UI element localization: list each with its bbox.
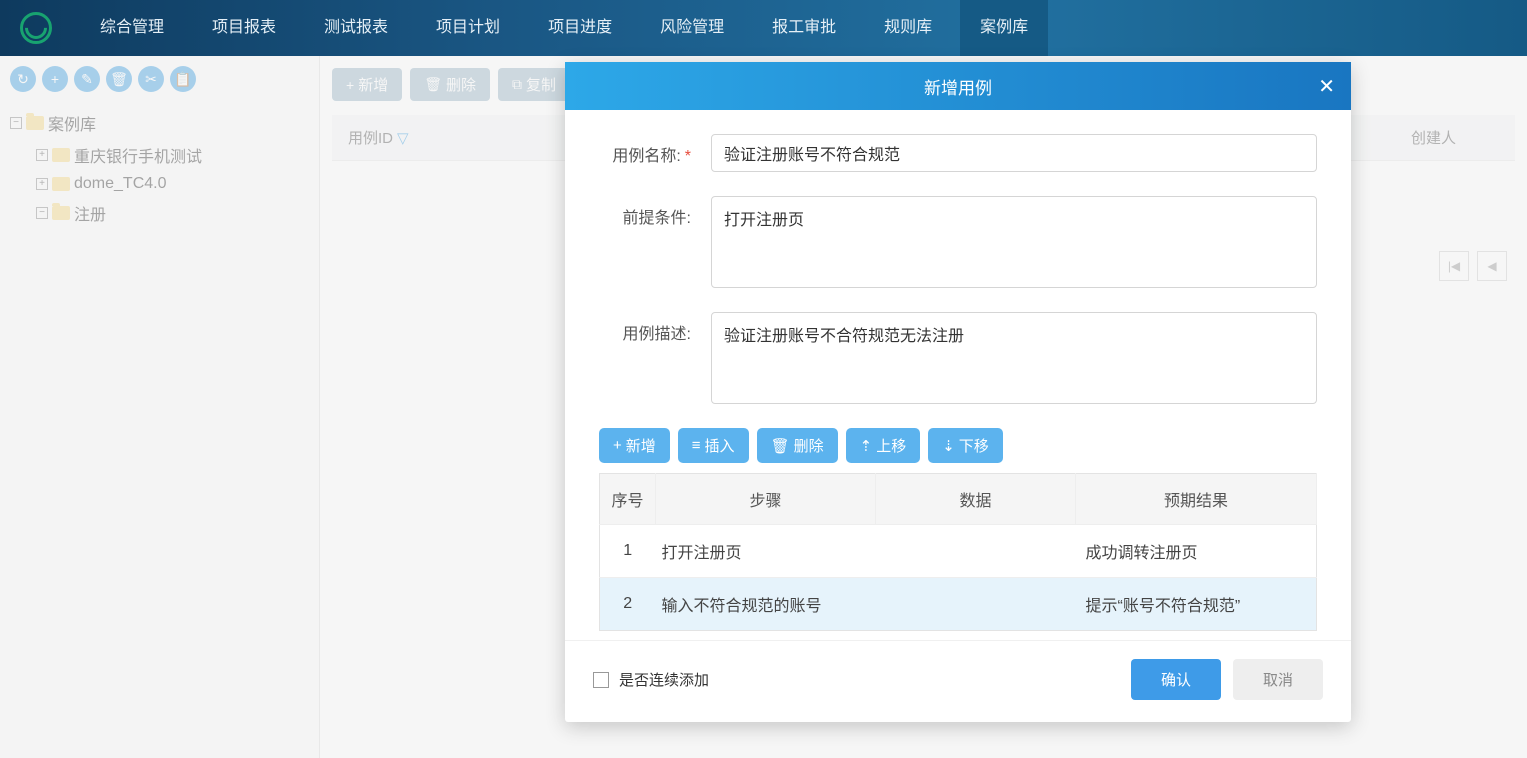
- input-precondition[interactable]: 打开注册页: [711, 196, 1317, 288]
- insert-icon: ≡: [692, 437, 701, 454]
- steps-col-seq: 序号: [600, 474, 656, 525]
- step-add-button[interactable]: +新增: [599, 428, 670, 463]
- step-seq: 1: [600, 525, 656, 578]
- step-row-0[interactable]: 1 打开注册页 成功调转注册页: [600, 525, 1317, 578]
- step-moveup-button[interactable]: ⇡上移: [846, 428, 921, 463]
- step-expected: 提示“账号不符合规范”: [1076, 578, 1317, 631]
- nav-item-3[interactable]: 项目计划: [436, 0, 500, 56]
- label-name: 用例名称:*: [599, 134, 691, 166]
- input-name[interactable]: [711, 134, 1317, 172]
- nav-item-7[interactable]: 规则库: [884, 0, 932, 56]
- continuous-label: 是否连续添加: [619, 669, 709, 690]
- nav-item-8[interactable]: 案例库: [960, 0, 1048, 56]
- step-text: 输入不符合规范的账号: [656, 578, 876, 631]
- trash-icon: 🗑: [771, 437, 790, 455]
- nav-item-2[interactable]: 测试报表: [324, 0, 388, 56]
- modal-new-usecase: 新增用例 ✕ 用例名称:* 前提条件: 打开注册页 用例描述: 验证注册账号不合…: [565, 62, 1351, 722]
- confirm-button[interactable]: 确认: [1131, 659, 1221, 700]
- step-movedown-button[interactable]: ⇣下移: [928, 428, 1003, 463]
- modal-body: 用例名称:* 前提条件: 打开注册页 用例描述: 验证注册账号不合符规范无法注册…: [565, 110, 1351, 640]
- logo-icon: [20, 12, 52, 44]
- modal-header: 新增用例 ✕: [565, 62, 1351, 110]
- close-icon[interactable]: ✕: [1318, 74, 1335, 99]
- steps-toolbar: +新增 ≡插入 🗑删除 ⇡上移 ⇣下移: [599, 428, 1317, 463]
- step-data: [876, 578, 1076, 631]
- cancel-button[interactable]: 取消: [1233, 659, 1323, 700]
- step-row-1[interactable]: 2 输入不符合规范的账号 提示“账号不符合规范”: [600, 578, 1317, 631]
- step-text: 打开注册页: [656, 525, 876, 578]
- nav-item-1[interactable]: 项目报表: [212, 0, 276, 56]
- steps-col-data: 数据: [876, 474, 1076, 525]
- step-seq: 2: [600, 578, 656, 631]
- modal-footer: 是否连续添加 确认 取消: [565, 640, 1351, 722]
- continuous-checkbox-wrap[interactable]: 是否连续添加: [593, 669, 709, 690]
- checkbox-icon[interactable]: [593, 672, 609, 688]
- plus-icon: +: [613, 437, 622, 454]
- steps-col-step: 步骤: [656, 474, 876, 525]
- steps-table: 序号 步骤 数据 预期结果 1 打开注册页 成功调转注册页 2 输入不符合规范的…: [599, 473, 1317, 631]
- nav-item-5[interactable]: 风险管理: [660, 0, 724, 56]
- step-delete-button[interactable]: 🗑删除: [757, 428, 838, 463]
- nav-item-0[interactable]: 综合管理: [100, 0, 164, 56]
- step-expected: 成功调转注册页: [1076, 525, 1317, 578]
- input-description[interactable]: 验证注册账号不合符规范无法注册: [711, 312, 1317, 404]
- label-precondition: 前提条件:: [599, 196, 691, 228]
- nav-item-4[interactable]: 项目进度: [548, 0, 612, 56]
- modal-title: 新增用例: [924, 74, 992, 99]
- label-description: 用例描述:: [599, 312, 691, 344]
- arrow-down-icon: ⇣: [942, 437, 955, 455]
- step-insert-button[interactable]: ≡插入: [678, 428, 749, 463]
- top-nav: 综合管理 项目报表 测试报表 项目计划 项目进度 风险管理 报工审批 规则库 案…: [0, 0, 1527, 56]
- nav-item-6[interactable]: 报工审批: [772, 0, 836, 56]
- arrow-up-icon: ⇡: [860, 437, 873, 455]
- step-data: [876, 525, 1076, 578]
- steps-col-expected: 预期结果: [1076, 474, 1317, 525]
